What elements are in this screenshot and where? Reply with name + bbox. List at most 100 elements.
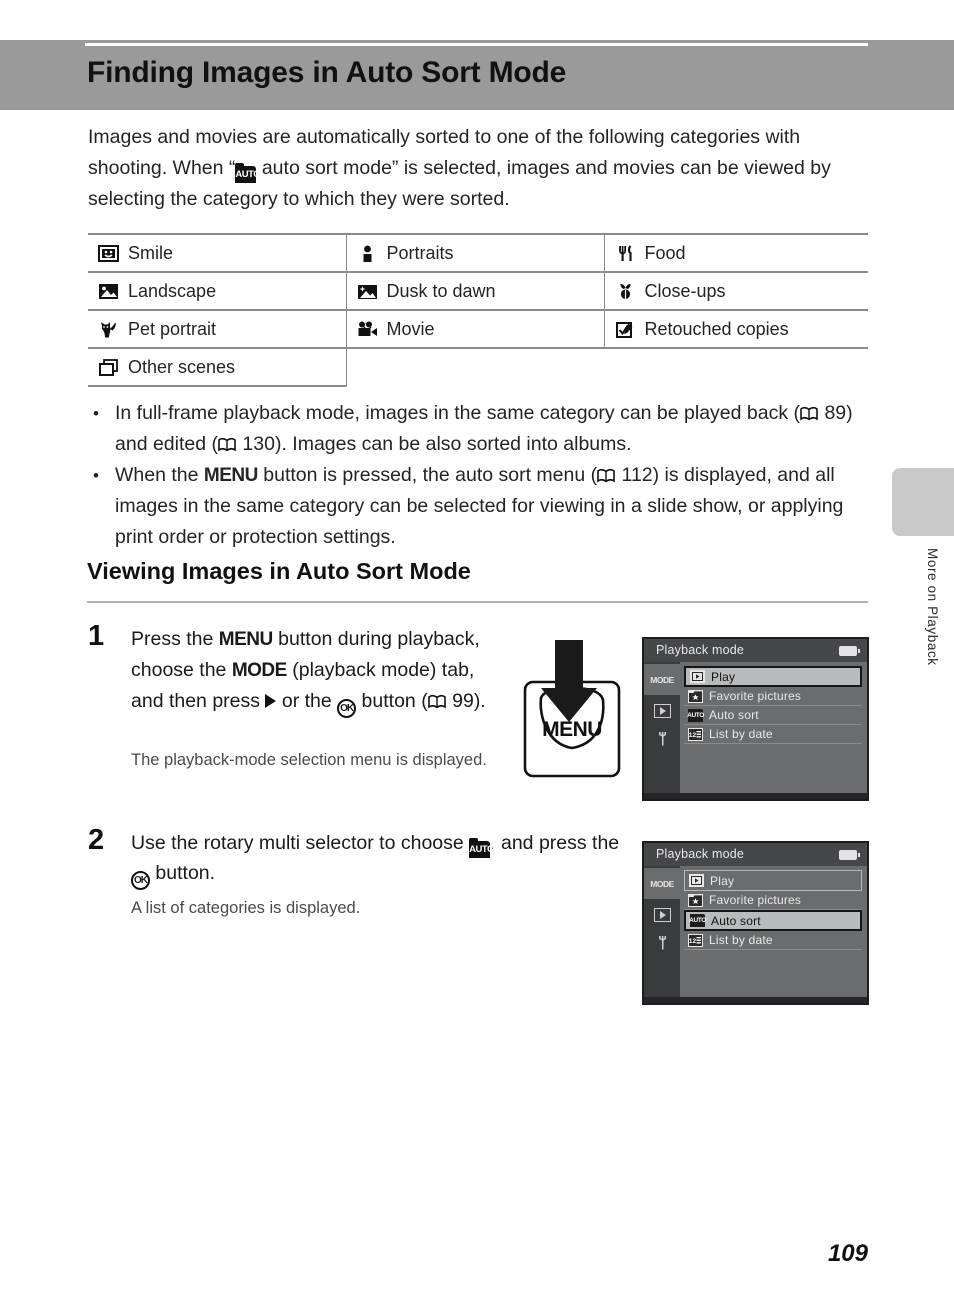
- bullet-text: In full-frame playback mode, images in t…: [115, 398, 868, 460]
- auto-sort-mode-icon: AUTO: [469, 838, 494, 858]
- step-1-text-part4: or the: [276, 690, 338, 712]
- table-cell-empty: [346, 348, 604, 386]
- lcd-menu-item-favorite-pictures[interactable]: Favorite pictures: [684, 687, 862, 706]
- category-table: Smile Portraits Food Landscape Dusk to d…: [88, 233, 868, 387]
- lcd-menu-item-play[interactable]: Play: [684, 870, 862, 891]
- book-reference-icon: [800, 406, 819, 421]
- step-2-text-part2: , and press the: [490, 832, 620, 854]
- menu-button-illustration: MENU: [511, 636, 625, 786]
- right-arrow-icon: [265, 694, 277, 708]
- list-item: • In full-frame playback mode, images in…: [88, 398, 868, 460]
- table-cell-smile: Smile: [88, 233, 347, 273]
- lcd-title-text: Playback mode: [656, 847, 745, 861]
- lcd-tab-mode[interactable]: MODE: [644, 868, 680, 899]
- intro-paragraph: Images and movies are automatically sort…: [88, 122, 868, 215]
- lcd-menu-item-label: List by date: [709, 727, 773, 741]
- table-cell-close-ups: Close-ups: [604, 272, 868, 311]
- table-row: Landscape Dusk to dawn Close-ups: [88, 272, 868, 311]
- menu-keyword: MENU: [203, 465, 258, 486]
- chapter-tab-marker: [892, 468, 954, 536]
- lcd-menu-item-list-by-date[interactable]: 12 List by date: [684, 725, 862, 744]
- lcd-tab-setup[interactable]: [644, 930, 680, 961]
- food-icon: [615, 244, 636, 263]
- category-label: Landscape: [128, 280, 217, 301]
- table-row: Pet portrait Movie Retouched copies: [88, 310, 868, 349]
- other-scenes-icon: [98, 358, 119, 377]
- section-heading: Viewing Images in Auto Sort Mode: [87, 558, 471, 584]
- notes-bullet-list: • In full-frame playback mode, images in…: [88, 398, 868, 553]
- category-label: Portraits: [386, 242, 454, 263]
- lcd-screen-step1: Playback mode MODE Play Favorite picture…: [642, 637, 869, 801]
- book-reference-icon: [427, 694, 447, 709]
- step-1-instruction: Press the MENU button during playback, c…: [131, 624, 511, 718]
- lcd-tab-playback[interactable]: [644, 899, 680, 930]
- table-row: Other scenes: [88, 348, 868, 387]
- step-2-instruction: Use the rotary multi selector to choose …: [131, 828, 621, 890]
- lcd-tab-mode-label: MODE: [650, 878, 674, 889]
- battery-icon: [839, 646, 860, 656]
- favorite-star-icon: [688, 689, 703, 703]
- category-label: Dusk to dawn: [386, 280, 496, 301]
- page-reference: 112: [621, 464, 653, 486]
- lcd-menu-item-list-by-date[interactable]: 12 List by date: [684, 931, 862, 950]
- lcd-menu-item-auto-sort[interactable]: AUTO Auto sort: [684, 706, 862, 725]
- wrench-icon: [655, 935, 669, 956]
- step-2-number: 2: [88, 824, 105, 856]
- bullet-text-part1: When the: [115, 464, 204, 486]
- table-cell-food: Food: [604, 233, 868, 273]
- category-label: Other scenes: [128, 356, 236, 377]
- lcd-menu-item-auto-sort[interactable]: AUTO Auto sort: [684, 910, 862, 931]
- step-1-text-part1: Press the: [131, 628, 219, 650]
- lcd-menu-list: Play Favorite pictures AUTO Auto sort 12…: [680, 662, 867, 793]
- lcd-tab-playback[interactable]: [644, 695, 680, 726]
- table-cell-empty: [604, 348, 868, 386]
- bullet-text-part1: In full-frame playback mode, images in t…: [115, 402, 801, 424]
- lcd-title-text: Playback mode: [656, 643, 745, 657]
- bullet-text: When the MENU button is pressed, the aut…: [115, 460, 868, 553]
- table-cell-other-scenes: Other scenes: [88, 348, 347, 387]
- step-1-note: The playback-mode selection menu is disp…: [131, 751, 487, 769]
- auto-sort-mode-icon: AUTO: [235, 163, 261, 183]
- menu-button-label: MENU: [542, 718, 602, 741]
- category-label: Pet portrait: [128, 318, 217, 339]
- category-label: Smile: [128, 242, 174, 263]
- step-1-number: 1: [88, 620, 105, 652]
- lcd-menu-item-favorite-pictures[interactable]: Favorite pictures: [684, 891, 862, 910]
- step-1-text-part5: button (: [356, 690, 428, 712]
- table-row: Smile Portraits Food: [88, 233, 868, 273]
- ok-button-icon: OK: [131, 871, 150, 890]
- book-reference-icon: [218, 437, 237, 452]
- lcd-menu-item-label: Play: [710, 873, 735, 888]
- lcd-menu-item-label: Auto sort: [709, 708, 759, 722]
- table-cell-movie: Movie: [346, 310, 605, 349]
- lcd-menu-item-label: Favorite pictures: [709, 689, 802, 703]
- lcd-title-bar: Playback mode: [644, 843, 867, 866]
- lcd-tab-mode-label: MODE: [650, 674, 674, 685]
- lcd-tab-mode[interactable]: MODE: [644, 664, 680, 695]
- lcd-menu-item-label: Favorite pictures: [709, 893, 802, 907]
- page-reference: 99: [452, 690, 474, 712]
- lcd-menu-item-label: Auto sort: [711, 913, 761, 928]
- step-2-text-part1: Use the rotary multi selector to choose: [131, 832, 470, 854]
- table-cell-landscape: Landscape: [88, 272, 347, 311]
- play-icon: [690, 670, 705, 683]
- lcd-menu-item-play[interactable]: Play: [684, 666, 862, 687]
- bullet-text-part3: ). Images can be also sorted into albums…: [274, 433, 632, 455]
- lcd-tab-setup[interactable]: [644, 726, 680, 757]
- svg-text:12: 12: [689, 732, 696, 739]
- page-number: 109: [827, 1240, 868, 1267]
- auto-sort-icon: AUTO: [689, 914, 706, 927]
- lcd-title-bar: Playback mode: [644, 639, 867, 662]
- dusk-to-dawn-icon: [357, 282, 378, 301]
- category-label: Food: [644, 242, 686, 263]
- svg-text:12: 12: [689, 938, 696, 945]
- table-cell-portraits: Portraits: [346, 233, 605, 273]
- step-1-text-part6: ).: [473, 690, 486, 712]
- calendar-icon: 12: [688, 727, 703, 741]
- bullet-marker: •: [93, 404, 99, 423]
- landscape-icon: [98, 282, 119, 301]
- step-2-text-part3: button.: [150, 862, 216, 884]
- lcd-menu-list: Play Favorite pictures AUTO Auto sort 12…: [680, 866, 867, 997]
- retouched-copies-icon: [615, 320, 636, 339]
- bullet-text-part2: button is pressed, the auto sort menu (: [257, 464, 598, 486]
